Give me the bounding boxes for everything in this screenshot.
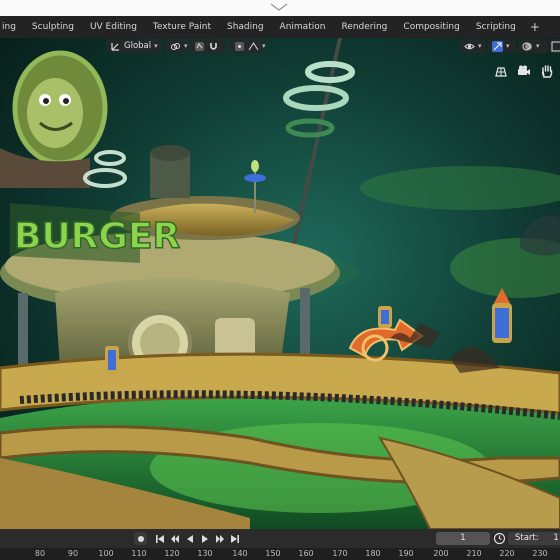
overlays-dropdown[interactable]: ▾ [518,39,548,53]
current-frame-field[interactable]: 1 [436,532,490,545]
transform-orientation-dropdown[interactable]: Global ▾ [106,39,162,53]
orientation-label: Global [124,41,152,51]
tab-layout[interactable]: ing [0,16,24,38]
rendered-scene: BURGER [0,38,560,529]
ruler-tick: 80 [34,549,46,558]
overlays-icon [522,41,533,52]
magnet-icon[interactable] [208,41,219,52]
ruler-tick: 230 [532,549,548,558]
falloff-curve-icon[interactable] [248,41,259,52]
proportional-edit-controls[interactable]: ▾ [230,39,266,53]
playback-controls [134,532,241,545]
ruler-tick: 190 [398,549,414,558]
tab-rendering[interactable]: Rendering [333,16,395,38]
ruler-tick: 170 [332,549,348,558]
add-workspace-button[interactable]: + [524,16,546,38]
3d-viewport[interactable]: BURGER Global ▾ ▾ ▾ ▾ ▾ ▾ [0,38,560,529]
chevron-down-icon: ▾ [184,42,188,50]
navigation-gizmo [494,64,554,78]
chevron-down-icon: ▾ [506,42,510,50]
tab-uv-editing[interactable]: UV Editing [82,16,145,38]
ruler-tick: 130 [197,549,213,558]
proportional-edit-icon[interactable] [234,41,245,52]
snapping-controls[interactable] [190,39,226,53]
ruler-tick: 200 [433,549,449,558]
burger-sign-text: BURGER [14,216,180,257]
start-value: 1 [553,533,559,543]
ruler-tick: 140 [232,549,248,558]
auto-keying-button[interactable] [134,532,147,545]
jump-to-start-button[interactable] [154,532,166,545]
chevron-down-icon[interactable] [268,1,290,13]
tab-scripting[interactable]: Scripting [468,16,524,38]
ruler-tick: 100 [98,549,114,558]
tab-compositing[interactable]: Compositing [395,16,467,38]
ruler-tick: 110 [131,549,147,558]
timeline-header: 1 Start: 1 [0,529,560,548]
hand-pan-icon[interactable] [540,64,554,78]
play-reverse-button[interactable] [184,532,196,545]
chevron-down-icon: ▾ [478,42,482,50]
jump-to-end-button[interactable] [229,532,241,545]
eye-icon [464,41,475,52]
jump-to-keyframe-forward-button[interactable] [214,532,226,545]
jump-to-keyframe-back-button[interactable] [169,532,181,545]
ruler-tick: 210 [466,549,482,558]
xray-icon [551,41,560,52]
chevron-down-icon: ▾ [536,42,540,50]
tab-shading[interactable]: Shading [219,16,272,38]
ruler-tick: 160 [298,549,314,558]
start-frame-field[interactable]: Start: 1 [508,532,560,545]
chevron-down-icon: ▾ [154,42,158,50]
visibility-dropdown[interactable]: ▾ [460,39,486,53]
ruler-tick: 90 [67,549,79,558]
link-icon [170,41,181,52]
ruler-tick: 220 [499,549,515,558]
tab-sculpting[interactable]: Sculpting [24,16,82,38]
grid-view-icon[interactable] [494,64,508,78]
gizmo-toggle[interactable]: ▾ [488,39,516,53]
orientation-icon [110,41,121,52]
tab-animation[interactable]: Animation [272,16,334,38]
ruler-tick: 120 [164,549,180,558]
gizmo-icon [492,40,503,52]
play-button[interactable] [199,532,211,545]
ruler-tick: 150 [265,549,281,558]
viewport-header: Global ▾ ▾ ▾ ▾ ▾ ▾ [0,38,560,54]
top-strip [0,0,560,16]
pivot-point-dropdown[interactable]: ▾ [166,39,188,53]
chevron-down-icon: ▾ [262,42,266,50]
camera-view-icon[interactable] [517,64,531,78]
snap-target-icon[interactable] [194,41,205,52]
ruler-tick: 180 [365,549,381,558]
workspace-tabs: ing Sculpting UV Editing Texture Paint S… [0,16,560,38]
clock-icon[interactable] [493,532,506,545]
record-icon [137,535,144,542]
frame-ruler[interactable]: 80 90 100 110 120 130 140 150 160 170 18… [0,548,560,560]
xray-toggle[interactable] [549,39,560,53]
start-label: Start: [515,533,539,543]
tab-texture-paint[interactable]: Texture Paint [145,16,219,38]
